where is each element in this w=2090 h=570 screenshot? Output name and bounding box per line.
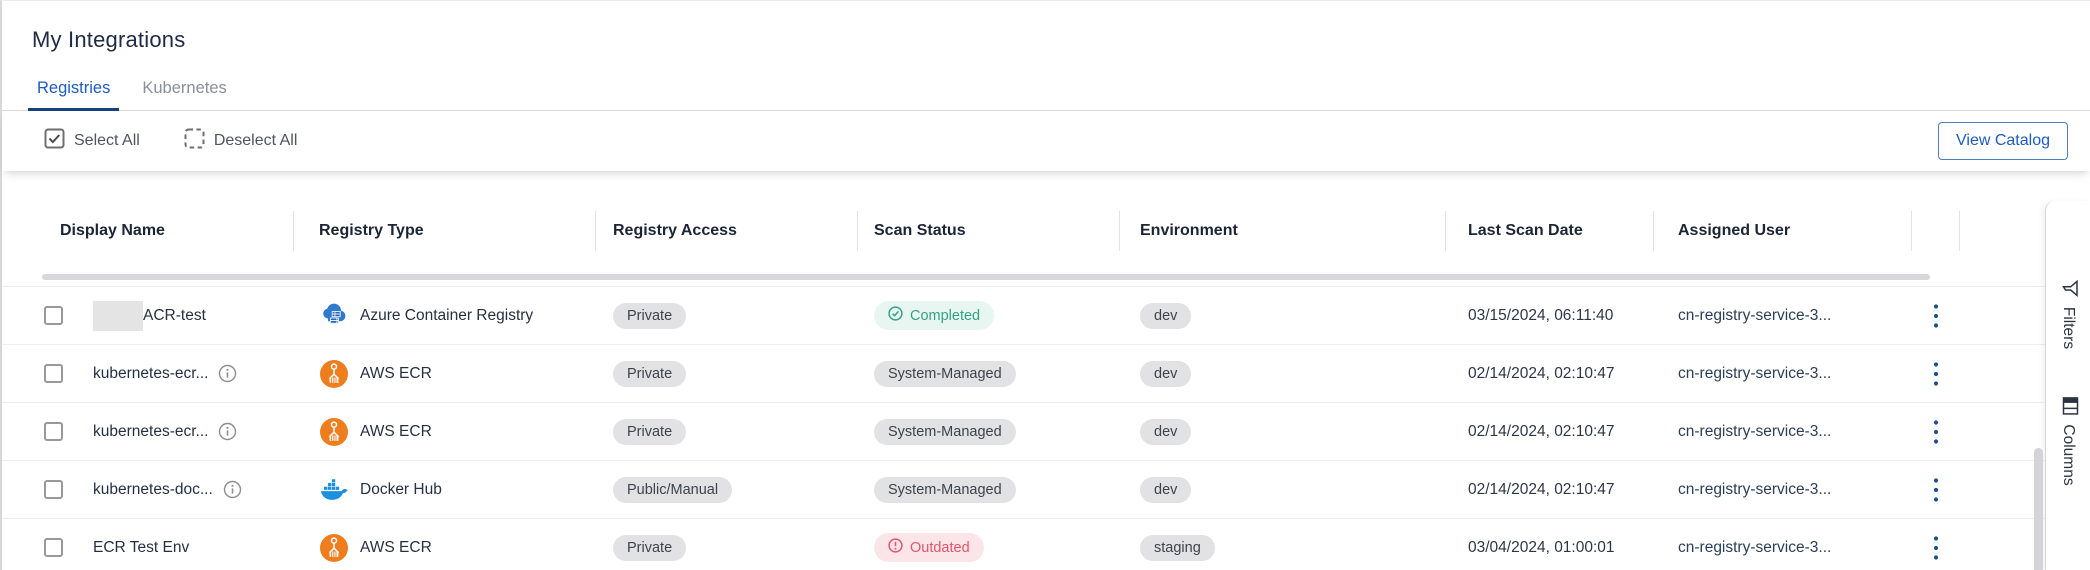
aws-ecr-icon xyxy=(319,359,349,389)
select-all-button[interactable]: Select All xyxy=(44,128,140,154)
alert-circle-icon xyxy=(888,538,903,557)
table-row: kubernetes-ecr... AWS ECR Private System… xyxy=(2,344,2045,402)
vertical-scrollbar-thumb[interactable] xyxy=(2034,448,2043,570)
last-scan-date: 02/14/2024, 02:10:47 xyxy=(1468,423,1615,441)
scan-status-badge: System-Managed xyxy=(874,477,1016,503)
registry-type: Docker Hub xyxy=(360,481,442,499)
environment-badge: dev xyxy=(1140,419,1191,445)
display-name: kubernetes-ecr... xyxy=(93,423,208,441)
column-header-extra xyxy=(1960,191,2045,271)
display-name: kubernetes-doc... xyxy=(93,481,213,499)
assigned-user: cn-registry-service-3... xyxy=(1678,365,1831,383)
table-row: ECR Test Env AWS ECR Private Outdated st… xyxy=(2,518,2045,570)
info-icon[interactable] xyxy=(223,480,242,499)
registry-type: Azure Container Registry xyxy=(360,307,533,325)
last-scan-date: 02/14/2024, 02:10:47 xyxy=(1468,481,1615,499)
column-header-display-name[interactable]: Display Name xyxy=(2,191,294,271)
registry-access-badge: Private xyxy=(613,535,686,561)
filter-funnel-icon xyxy=(2056,279,2080,298)
side-rail: Filters Columns xyxy=(2045,201,2090,570)
tab-registries[interactable]: Registries xyxy=(28,73,119,111)
column-header-registry-access[interactable]: Registry Access xyxy=(596,191,858,271)
filters-button[interactable]: Filters xyxy=(2056,279,2080,349)
tab-kubernetes[interactable]: Kubernetes xyxy=(133,73,235,111)
info-icon[interactable] xyxy=(218,364,237,383)
scan-status-badge: Completed xyxy=(874,301,994,330)
column-header-environment[interactable]: Environment xyxy=(1120,191,1446,271)
aws-ecr-icon xyxy=(319,417,349,447)
column-header-registry-type[interactable]: Registry Type xyxy=(294,191,596,271)
registry-access-badge: Private xyxy=(613,361,686,387)
registry-access-badge: Private xyxy=(613,303,686,329)
environment-badge: staging xyxy=(1140,535,1215,561)
registry-type: AWS ECR xyxy=(360,365,432,383)
registry-type: AWS ECR xyxy=(360,539,432,557)
environment-badge: dev xyxy=(1140,477,1191,503)
row-actions-menu[interactable] xyxy=(1927,299,1945,333)
row-checkbox[interactable] xyxy=(44,538,63,557)
view-catalog-button[interactable]: View Catalog xyxy=(1938,122,2068,160)
table-header-row: Display Name Registry Type Registry Acce… xyxy=(2,191,2045,271)
scan-status-badge: System-Managed xyxy=(874,361,1016,387)
aws-ecr-icon xyxy=(319,533,349,563)
registry-access-badge: Private xyxy=(613,419,686,445)
column-header-last-scan-date[interactable]: Last Scan Date xyxy=(1446,191,1654,271)
row-actions-menu[interactable] xyxy=(1927,357,1945,391)
docker-hub-icon xyxy=(319,477,349,503)
horizontal-scrollbar xyxy=(2,271,2045,286)
row-checkbox[interactable] xyxy=(44,364,63,383)
assigned-user: cn-registry-service-3... xyxy=(1678,307,1831,325)
column-header-actions xyxy=(1912,191,1960,271)
display-name: kubernetes-ecr... xyxy=(93,365,208,383)
column-header-assigned-user[interactable]: Assigned User xyxy=(1654,191,1912,271)
redacted-text xyxy=(93,301,143,331)
row-actions-menu[interactable] xyxy=(1927,531,1945,565)
scan-status-badge: Outdated xyxy=(874,533,984,562)
registry-type: AWS ECR xyxy=(360,423,432,441)
display-name: ACR-test xyxy=(143,307,206,325)
tabbar: Registries Kubernetes xyxy=(2,73,2090,111)
row-actions-menu[interactable] xyxy=(1927,473,1945,507)
table-row: kubernetes-ecr... AWS ECR Private System… xyxy=(2,402,2045,460)
toolbar: Select All Deselect All View Catalog xyxy=(2,111,2090,171)
registry-access-badge: Public/Manual xyxy=(613,477,732,503)
table-row: ACR-test Azure Container Registry Privat… xyxy=(2,286,2045,344)
columns-button[interactable]: Columns xyxy=(2057,396,2079,485)
columns-label: Columns xyxy=(2059,424,2077,485)
azure-container-registry-icon xyxy=(319,303,349,329)
assigned-user: cn-registry-service-3... xyxy=(1678,481,1831,499)
filters-label: Filters xyxy=(2059,307,2077,349)
column-header-scan-status[interactable]: Scan Status xyxy=(858,191,1120,271)
environment-badge: dev xyxy=(1140,361,1191,387)
row-checkbox[interactable] xyxy=(44,480,63,499)
environment-badge: dev xyxy=(1140,303,1191,329)
info-icon[interactable] xyxy=(218,422,237,441)
my-integrations-page: My Integrations Registries Kubernetes Se… xyxy=(0,0,2090,570)
table-row: kubernetes-doc... Docker Hub Public/Manu… xyxy=(2,460,2045,518)
checkbox-checked-icon xyxy=(44,128,65,154)
scan-status-badge: System-Managed xyxy=(874,419,1016,445)
row-checkbox[interactable] xyxy=(44,306,63,325)
row-checkbox[interactable] xyxy=(44,422,63,441)
check-circle-icon xyxy=(888,306,903,325)
page-title: My Integrations xyxy=(2,1,2090,53)
select-all-label: Select All xyxy=(74,132,140,150)
last-scan-date: 02/14/2024, 02:10:47 xyxy=(1468,365,1615,383)
horizontal-scrollbar-thumb[interactable] xyxy=(42,274,1930,280)
assigned-user: cn-registry-service-3... xyxy=(1678,539,1831,557)
registries-table: Display Name Registry Type Registry Acce… xyxy=(2,191,2045,570)
row-actions-menu[interactable] xyxy=(1927,415,1945,449)
last-scan-date: 03/04/2024, 01:00:01 xyxy=(1468,539,1615,557)
columns-table-icon xyxy=(2057,396,2079,415)
last-scan-date: 03/15/2024, 06:11:40 xyxy=(1468,307,1613,325)
assigned-user: cn-registry-service-3... xyxy=(1678,423,1831,441)
display-name: ECR Test Env xyxy=(93,539,189,557)
deselect-all-label: Deselect All xyxy=(214,132,298,150)
deselect-all-button[interactable]: Deselect All xyxy=(184,128,298,154)
dashed-square-icon xyxy=(184,128,205,154)
